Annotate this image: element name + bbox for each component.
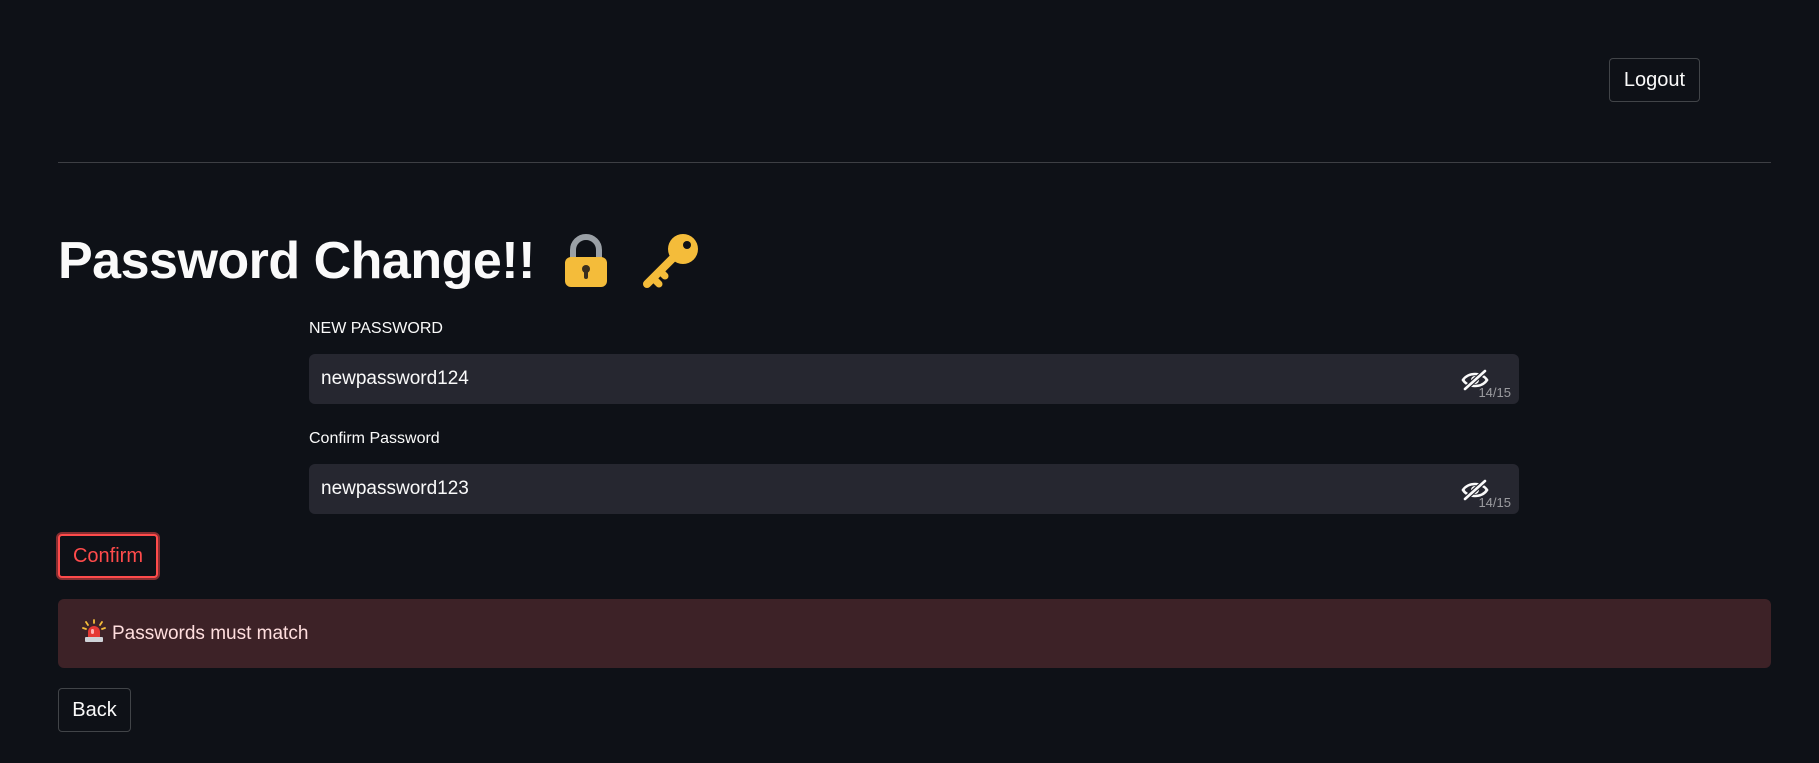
alert-message: Passwords must match — [112, 622, 309, 644]
key-icon — [641, 232, 701, 290]
new-password-input[interactable] — [321, 354, 1441, 404]
character-counter: 14/15 — [1478, 495, 1511, 510]
logout-button[interactable]: Logout — [1609, 58, 1700, 102]
rotating-light-icon — [82, 618, 106, 649]
new-password-field: 14/15 — [309, 354, 1519, 404]
error-alert: Passwords must match — [58, 599, 1771, 668]
confirm-password-field: 14/15 — [309, 464, 1519, 514]
confirm-button[interactable]: Confirm — [58, 534, 158, 578]
divider — [58, 162, 1771, 163]
page-title: Password Change!! — [58, 226, 701, 296]
new-password-label: NEW PASSWORD — [309, 320, 443, 337]
back-button[interactable]: Back — [58, 688, 131, 732]
confirm-password-input[interactable] — [321, 464, 1441, 514]
page-title-text: Password Change!! — [58, 232, 535, 290]
character-counter: 14/15 — [1478, 385, 1511, 400]
confirm-password-label: Confirm Password — [309, 430, 440, 447]
lock-icon — [563, 233, 609, 289]
